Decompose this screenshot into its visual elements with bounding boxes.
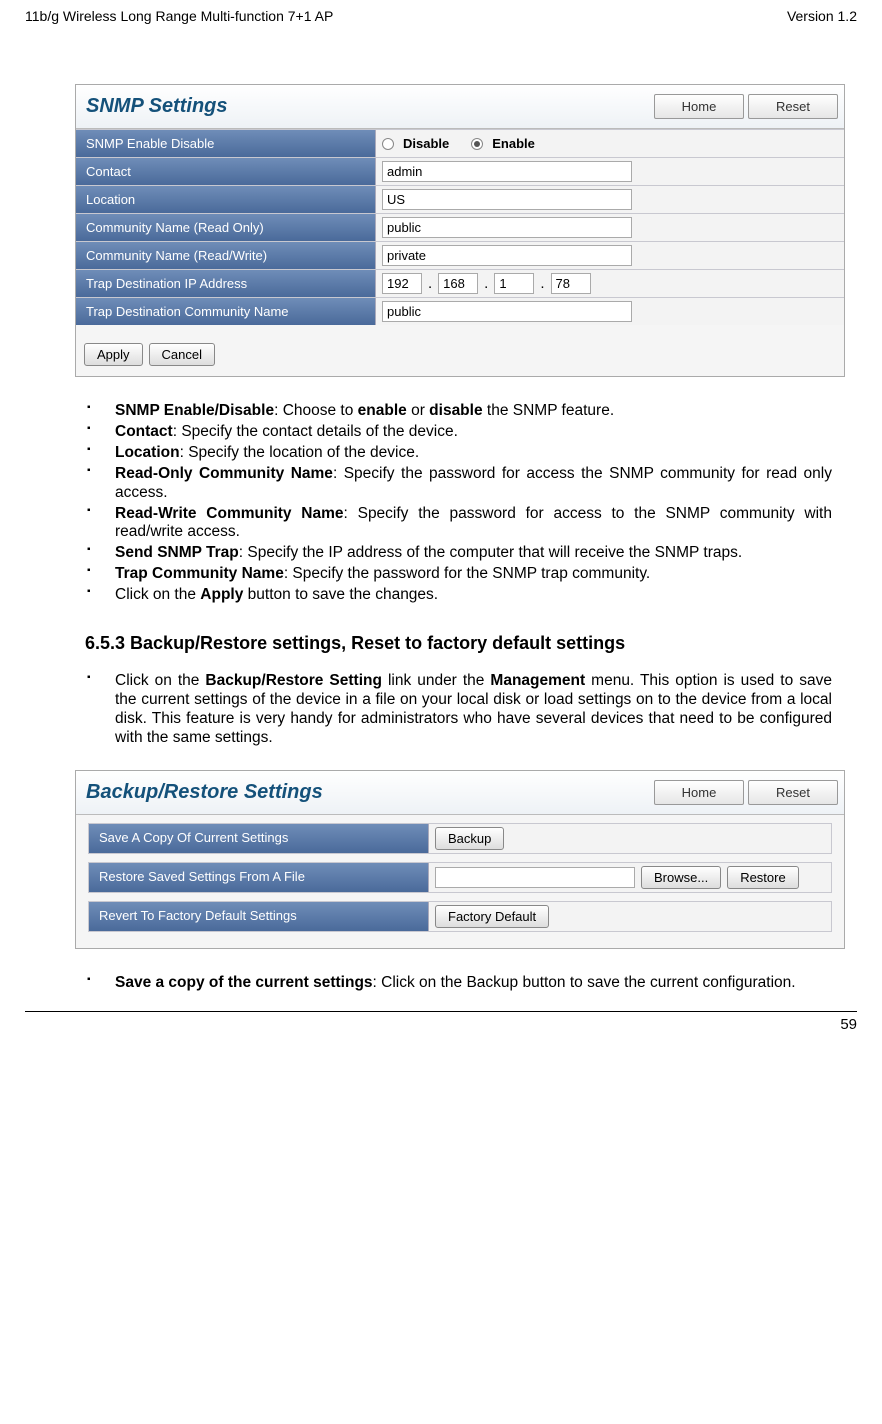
page-footer: 59 <box>25 1011 857 1033</box>
trapip-a[interactable] <box>382 273 422 294</box>
reset-button[interactable]: Reset <box>748 94 838 119</box>
list-item: Read-Write Community Name: Specify the p… <box>85 505 832 543</box>
factory-label: Revert To Factory Default Settings <box>89 902 429 931</box>
list-item: Click on the Apply button to save the ch… <box>85 586 832 605</box>
restore-file-input[interactable] <box>435 867 635 888</box>
backup-title-bar: Backup/Restore Settings Home Reset <box>76 771 844 815</box>
backup-desc-list: Save a copy of the current settings: Cli… <box>85 974 832 993</box>
snmp-enable-label: SNMP Enable Disable <box>76 130 376 157</box>
doc-header: 11b/g Wireless Long Range Multi-function… <box>25 8 857 24</box>
page-number: 59 <box>840 1016 857 1033</box>
list-item: Contact: Specify the contact details of … <box>85 423 832 442</box>
rwcn-input[interactable] <box>382 245 632 266</box>
list-item: Save a copy of the current settings: Cli… <box>85 974 832 993</box>
snmp-title: SNMP Settings <box>82 89 232 124</box>
snmp-title-bar: SNMP Settings Home Reset <box>76 85 844 129</box>
backup-intro-list: Click on the Backup/Restore Setting link… <box>85 672 832 748</box>
doc-header-right: Version 1.2 <box>787 8 857 24</box>
doc-header-left: 11b/g Wireless Long Range Multi-function… <box>25 8 333 24</box>
trapip-d[interactable] <box>551 273 591 294</box>
rocn-input[interactable] <box>382 217 632 238</box>
snmp-enable-radio[interactable] <box>471 138 483 150</box>
list-item: Click on the Backup/Restore Setting link… <box>85 672 832 748</box>
trapcn-input[interactable] <box>382 301 632 322</box>
factory-default-button[interactable]: Factory Default <box>435 905 549 928</box>
home-button[interactable]: Home <box>654 780 744 805</box>
home-button[interactable]: Home <box>654 94 744 119</box>
apply-button[interactable]: Apply <box>84 343 143 366</box>
trapip-c[interactable] <box>494 273 534 294</box>
list-item: SNMP Enable/Disable: Choose to enable or… <box>85 402 832 421</box>
snmp-enable-text: Enable <box>492 136 535 151</box>
location-input[interactable] <box>382 189 632 210</box>
reset-button[interactable]: Reset <box>748 780 838 805</box>
rwcn-label: Community Name (Read/Write) <box>76 242 376 269</box>
backup-button[interactable]: Backup <box>435 827 504 850</box>
contact-input[interactable] <box>382 161 632 182</box>
save-copy-label: Save A Copy Of Current Settings <box>89 824 429 853</box>
cancel-button[interactable]: Cancel <box>149 343 215 366</box>
backup-title: Backup/Restore Settings <box>82 775 327 810</box>
list-item: Location: Specify the location of the de… <box>85 444 832 463</box>
list-item: Read-Only Community Name: Specify the pa… <box>85 465 832 503</box>
trapip-label: Trap Destination IP Address <box>76 270 376 297</box>
snmp-desc-list: SNMP Enable/Disable: Choose to enable or… <box>85 402 832 605</box>
trapip-b[interactable] <box>438 273 478 294</box>
list-item: Send SNMP Trap: Specify the IP address o… <box>85 544 832 563</box>
trapcn-label: Trap Destination Community Name <box>76 298 376 325</box>
restore-label: Restore Saved Settings From A File <box>89 863 429 892</box>
list-item: Trap Community Name: Specify the passwor… <box>85 565 832 584</box>
location-label: Location <box>76 186 376 213</box>
snmp-disable-text: Disable <box>403 136 449 151</box>
rocn-label: Community Name (Read Only) <box>76 214 376 241</box>
snmp-disable-radio[interactable] <box>382 138 394 150</box>
restore-button[interactable]: Restore <box>727 866 799 889</box>
backup-panel: Backup/Restore Settings Home Reset Save … <box>75 770 845 949</box>
browse-button[interactable]: Browse... <box>641 866 721 889</box>
snmp-panel: SNMP Settings Home Reset SNMP Enable Dis… <box>75 84 845 377</box>
contact-label: Contact <box>76 158 376 185</box>
section-heading: 6.5.3 Backup/Restore settings, Reset to … <box>85 633 857 654</box>
